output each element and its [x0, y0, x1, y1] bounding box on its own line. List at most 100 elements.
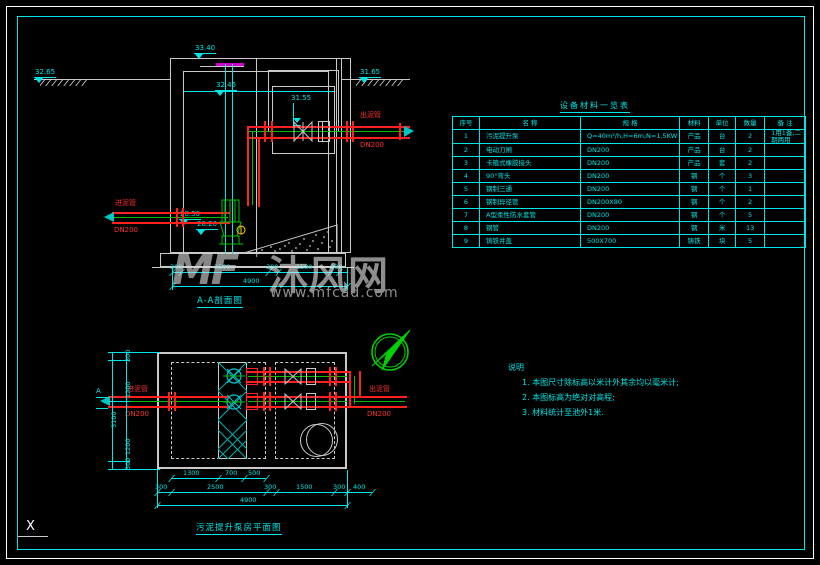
th-remark: 备 注: [764, 116, 806, 130]
cell-unit: 台: [708, 143, 737, 157]
corner-rule: [18, 536, 48, 537]
cell-qty: 5: [735, 234, 766, 248]
cell-qty: 2: [735, 129, 766, 144]
cell-material: 产品: [679, 156, 710, 170]
pump-symbol-plan-2: [223, 394, 245, 410]
cell-material: 钢: [679, 221, 710, 235]
cell-material: 铸铁: [679, 234, 710, 248]
cell-no: 5: [452, 182, 480, 196]
discharge-riser-center: [252, 131, 253, 205]
cell-unit: 个: [708, 208, 737, 222]
note-item-3: 3. 材料统计至池外1米.: [522, 408, 604, 417]
dim-ext-right: [347, 268, 348, 290]
elevation-marker-3340: 33.40: [194, 44, 217, 59]
table-row: 9 铸铁井盖 500X700 铸铁块 5: [452, 234, 806, 248]
plan-check-valve-1: [306, 368, 316, 385]
cell-spec: DN200: [579, 169, 681, 183]
cell-material: 钢: [679, 195, 710, 209]
plan-valve-1: [284, 367, 302, 386]
flow-arrow-outlet: [404, 126, 414, 137]
plan-inlet-flange-2: [174, 392, 176, 411]
table-row: 6 钢制异径管 DN200X80 钢个 2: [452, 195, 806, 209]
dimv-300b: 300: [124, 457, 132, 470]
cell-unit: 个: [708, 195, 737, 209]
plan-dim-1500: 1500: [296, 483, 313, 491]
table-row: 4 90°弯头 DN200 钢个 3: [452, 169, 806, 183]
flow-arrow-inlet: [104, 212, 114, 222]
plan-dim-300b: 300: [264, 483, 277, 491]
discharge-riser-right: [258, 137, 260, 207]
dimv-1200a: 1200: [124, 381, 132, 398]
flange-1: [264, 121, 266, 142]
cell-qty: 2: [735, 195, 766, 209]
cell-no: 9: [452, 234, 480, 248]
check-valve-stem: [322, 121, 323, 142]
plan-dim-500: 500: [248, 469, 261, 477]
plan-branch1-flange-4: [335, 367, 337, 386]
cell-no: 2: [452, 143, 480, 157]
outlet-pipe-size: DN200: [360, 141, 384, 149]
cell-material: 钢: [679, 169, 710, 183]
plan-branch1-flange-1: [263, 367, 265, 386]
table-row: 7 A型柔性防水套管 DN200 钢个 5: [452, 208, 806, 222]
water-level-line: [184, 91, 334, 92]
cell-remark: [764, 195, 806, 209]
cell-remark: [764, 143, 806, 157]
inlet-pipe-size: DN200: [114, 226, 138, 234]
cell-no: 7: [452, 208, 480, 222]
north-arrow-icon: [371, 329, 411, 371]
section-cut-left-2: [96, 408, 108, 409]
cell-remark: 1用1备,二期两用: [764, 129, 806, 144]
plan-branch2-flange-4: [335, 392, 337, 411]
flange-4: [352, 121, 354, 142]
cell-spec: DN200: [579, 156, 681, 170]
plan-outlet-label: 出泥管: [369, 385, 390, 393]
plan-outlet-bottom: [349, 406, 407, 408]
cell-remark: [764, 221, 806, 235]
dim-300b: 300: [266, 263, 279, 271]
cell-qty: 13: [735, 221, 766, 235]
dimv-ext-bottom: [108, 469, 160, 470]
dim-line-total: [172, 286, 347, 287]
th-material: 材料: [679, 116, 710, 130]
plan-branch1-flange-3: [329, 367, 331, 386]
dim-line-1: [172, 272, 347, 273]
flange-3: [346, 121, 348, 142]
check-valve-box: [318, 121, 330, 142]
sediment-slope: [244, 224, 338, 254]
plan-manifold-left: [349, 371, 351, 406]
elevation-marker-3165: 31.65: [359, 68, 382, 83]
table-row: 1 污泥提升泵 Q=40m³/h,H=6m,N=1.5KW 产品台 2 1用1备,二期两用: [452, 129, 806, 144]
dim-300c: 300: [330, 263, 343, 271]
material-table-title: 设备材料一览表: [560, 100, 630, 113]
plan-branch2-flange-1: [263, 392, 265, 411]
cell-no: 6: [452, 195, 480, 209]
cell-remark: [764, 182, 806, 196]
section-cut-left: [96, 397, 108, 398]
table-header-row: 序号 名 称 规 格 材料 单位 数量 备 注: [452, 116, 806, 130]
plan-valve-2: [284, 392, 302, 411]
th-spec: 规 格: [579, 116, 681, 130]
outlet-pipe-label: 出泥管: [360, 111, 381, 119]
material-table: 序号 名 称 规 格 材料 单位 数量 备 注 1 污泥提升泵 Q=40m³/h,H…: [452, 116, 806, 248]
notes-heading: 说明: [508, 363, 524, 372]
section-view-title: A-A剖面图: [197, 296, 243, 308]
cell-qty: 1: [735, 182, 766, 196]
inlet-pipe-label: 进泥管: [115, 199, 136, 207]
cell-material: 钢: [679, 182, 710, 196]
cell-material: 产品: [679, 129, 710, 144]
cell-spec: DN200X80: [579, 195, 681, 209]
cell-name: A型柔性防水套管: [479, 208, 581, 222]
base-slab: [160, 253, 346, 267]
cell-qty: 3: [735, 169, 766, 183]
dimv-ext-top: [108, 352, 160, 353]
elevation-marker-3245: 32.45: [215, 81, 238, 96]
cell-name: 钢制三通: [479, 182, 581, 196]
cell-no: 3: [452, 156, 480, 170]
cell-unit: 台: [708, 129, 737, 144]
cad-drawing-canvas: X 33.40 32.65 32.45 31.65 28.50 28.20 31…: [0, 0, 820, 565]
cell-spec: DN200: [579, 221, 681, 235]
pump-symbol-plan-1: [223, 368, 245, 384]
cell-remark: [764, 208, 806, 222]
dimv-ext-mid: [108, 401, 130, 402]
